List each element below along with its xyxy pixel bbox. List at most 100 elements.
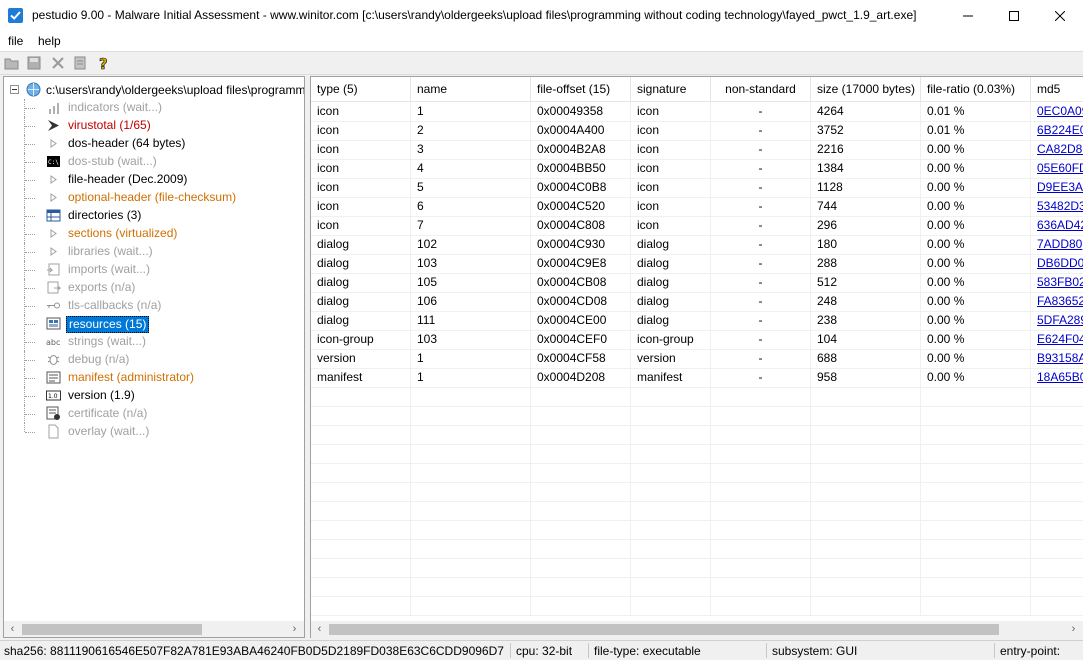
triangle-icon: [50, 139, 57, 148]
tree-item-exports[interactable]: exports (n/a): [4, 279, 304, 297]
tree-item-certificate[interactable]: certificate (n/a): [4, 405, 304, 423]
cell-md5[interactable]: FA83652: [1031, 292, 1083, 311]
empty-table-row: [311, 406, 1083, 426]
empty-cell: [921, 520, 1031, 539]
help-question-icon[interactable]: ?: [96, 55, 112, 71]
table-scroll-thumb[interactable]: [329, 624, 999, 635]
tree-connector-line: [25, 108, 35, 109]
tree-item-tls-callbacks[interactable]: tls-callbacks (n/a): [4, 297, 304, 315]
close-button[interactable]: [1037, 0, 1083, 31]
cell-md5[interactable]: CA82D89: [1031, 140, 1083, 159]
empty-cell: [311, 425, 411, 444]
minimize-button[interactable]: [945, 0, 991, 31]
empty-cell: [311, 387, 411, 406]
tree-item-sections[interactable]: sections (virtualized): [4, 225, 304, 243]
clipboard-icon[interactable]: [72, 55, 88, 71]
collapse-icon[interactable]: [10, 85, 19, 94]
cell-md5[interactable]: B93158A: [1031, 349, 1083, 368]
table-row[interactable]: icon 6 0x0004C520 icon -744 0.00 % 53482D3: [311, 197, 1083, 217]
empty-cell: [921, 463, 1031, 482]
cell-md5[interactable]: 18A65B0: [1031, 368, 1083, 387]
tree-item-virustotal[interactable]: virustotal (1/65): [4, 117, 304, 135]
column-header-size[interactable]: size (17000 bytes): [811, 77, 921, 101]
tree-item-manifest[interactable]: manifest (administrator): [4, 369, 304, 387]
cell-md5[interactable]: DB6DD0: [1031, 254, 1083, 273]
empty-cell: [411, 482, 531, 501]
cell-md5[interactable]: 636AD42: [1031, 216, 1083, 235]
cell-md5[interactable]: 583FB02: [1031, 273, 1083, 292]
table-row[interactable]: dialog 106 0x0004CD08 dialog -248 0.00 % FA836…: [311, 292, 1083, 312]
scroll-right-icon[interactable]: ›: [286, 621, 303, 637]
cell-name: 2: [411, 121, 531, 140]
tree-item-dos-header[interactable]: dos-header (64 bytes): [4, 135, 304, 153]
table-row[interactable]: icon 2 0x0004A400 icon -3752 0.01 % 6B224E0: [311, 121, 1083, 141]
imports-icon: [47, 263, 60, 276]
tree-item-directories[interactable]: directories (3): [4, 207, 304, 225]
cell-file-ratio: 0.00 %: [921, 349, 1031, 368]
cell-non-standard: -: [711, 368, 811, 387]
maximize-button[interactable]: [991, 0, 1037, 31]
scroll-left-icon[interactable]: ‹: [311, 621, 328, 638]
table-row[interactable]: dialog 103 0x0004C9E8 dialog -288 0.00 % DB6DD…: [311, 254, 1083, 274]
cell-md5[interactable]: 7ADD80: [1031, 235, 1083, 254]
tree-connector-line: [25, 396, 35, 397]
tree-item-libraries[interactable]: libraries (wait...): [4, 243, 304, 261]
table-row[interactable]: icon-group 103 0x0004CEF0 icon-group -104 0.0…: [311, 330, 1083, 350]
column-header-md5[interactable]: md5: [1031, 77, 1083, 101]
minimize-icon: [963, 15, 973, 16]
table-row[interactable]: icon 7 0x0004C808 icon -296 0.00 % 636AD42: [311, 216, 1083, 236]
cell-md5[interactable]: 6B224E0: [1031, 121, 1083, 140]
tree-item-strings[interactable]: abc strings (wait...): [4, 333, 304, 351]
column-header-non-standard[interactable]: non-standard: [711, 77, 811, 101]
tree-item-debug[interactable]: debug (n/a): [4, 351, 304, 369]
cell-name: 5: [411, 178, 531, 197]
cell-md5[interactable]: E624F04: [1031, 330, 1083, 349]
column-header-file-ratio[interactable]: file-ratio (0.03%): [921, 77, 1031, 101]
menu-file[interactable]: file: [8, 34, 23, 48]
menu-help[interactable]: help: [38, 34, 61, 48]
cell-md5[interactable]: D9EE3A2: [1031, 178, 1083, 197]
tree-connector-line: [25, 324, 35, 325]
table-row[interactable]: icon50x0004C0B8icon-11280.00 %D9EE3A2: [311, 178, 1083, 198]
cell-size: 1128: [811, 178, 921, 197]
table-row[interactable]: dialog 111 0x0004CE00 dialog -238 0.00 % 5DFA2…: [311, 311, 1083, 331]
table-row[interactable]: icon30x0004B2A8icon-22160.00 %CA82D89: [311, 140, 1083, 160]
table-row[interactable]: dialog 105 0x0004CB08 dialog -512 0.00 % 583FB…: [311, 273, 1083, 293]
cell-md5[interactable]: 53482D3: [1031, 197, 1083, 216]
scroll-left-icon[interactable]: ‹: [4, 621, 21, 637]
column-header-type[interactable]: type (5): [311, 77, 411, 101]
empty-cell: [631, 539, 711, 558]
tree-item-dos-stub[interactable]: C:\ dos-stub (wait...): [4, 153, 304, 171]
grid-icon: [46, 209, 61, 222]
empty-cell: [711, 463, 811, 482]
tree-item-indicators[interactable]: indicators (wait...): [4, 99, 304, 117]
column-header-signature[interactable]: signature: [631, 77, 711, 101]
cell-size: 180: [811, 235, 921, 254]
column-header-file-offset[interactable]: file-offset (15): [531, 77, 631, 101]
tree-item-imports[interactable]: imports (wait...): [4, 261, 304, 279]
cell-md5[interactable]: 0EC0A09: [1031, 102, 1083, 121]
tree-item-version[interactable]: 1.0 version (1.9): [4, 387, 304, 405]
tree-item-file-header[interactable]: file-header (Dec.2009): [4, 171, 304, 189]
tree-item-resources[interactable]: resources (15): [4, 315, 304, 333]
tree-scroll-thumb[interactable]: [22, 624, 202, 635]
table-horizontal-scrollbar[interactable]: ‹ ›: [311, 621, 1083, 638]
scroll-right-icon[interactable]: ›: [1065, 621, 1082, 638]
table-row[interactable]: icon 4 0x0004BB50 icon -1384 0.00 % 05E60FD: [311, 159, 1083, 179]
empty-cell: [631, 520, 711, 539]
table-row[interactable]: dialog 102 0x0004C930 dialog -180 0.00 % 7ADD8…: [311, 235, 1083, 255]
tree-horizontal-scrollbar[interactable]: ‹ ›: [4, 621, 304, 637]
save-icon[interactable]: [26, 55, 42, 71]
tree-item-label: dos-header (64 bytes): [68, 136, 186, 150]
cut-icon[interactable]: [50, 55, 66, 71]
table-row[interactable]: manifest 1 0x0004D208 manifest -958 0.00 % 18A…: [311, 368, 1083, 388]
tree-item-optional-header[interactable]: optional-header (file-checksum): [4, 189, 304, 207]
tree-item-overlay[interactable]: overlay (wait...): [4, 423, 304, 441]
cell-md5[interactable]: 5DFA289: [1031, 311, 1083, 330]
column-header-name[interactable]: name: [411, 77, 531, 101]
cell-signature: icon: [631, 102, 711, 121]
table-row[interactable]: icon10x00049358icon-42640.01 %0EC0A09: [311, 102, 1083, 122]
open-folder-icon[interactable]: [4, 55, 20, 71]
table-row[interactable]: version 1 0x0004CF58 version -688 0.00 % B9315…: [311, 349, 1083, 369]
cell-md5[interactable]: 05E60FD: [1031, 159, 1083, 178]
